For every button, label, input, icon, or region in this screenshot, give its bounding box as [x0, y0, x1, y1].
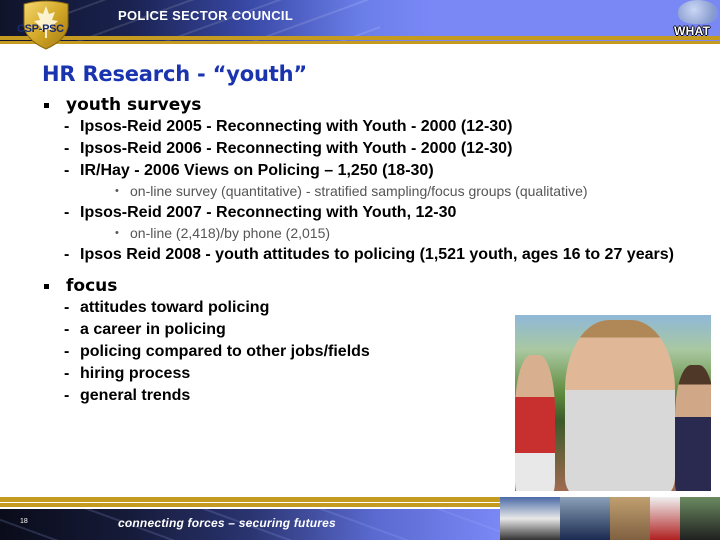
section-heading: youth surveys [44, 94, 720, 116]
list-item: - Ipsos-Reid 2005 - Reconnecting with You… [64, 118, 513, 135]
globe-icon [678, 0, 718, 24]
list-item: - Ipsos-Reid 2006 - Reconnecting with You… [64, 140, 513, 157]
footer-gold-stripe-lower [0, 503, 500, 507]
photo-person-right [675, 365, 711, 491]
header-gold-stripe [0, 36, 720, 40]
sub-list-item: • on-line survey (quantitative) - stratif… [115, 183, 588, 199]
officer-photo [560, 497, 610, 540]
slide-title: HR Research - “youth” [42, 62, 307, 86]
helicopter-photo [500, 497, 560, 540]
youth-photo [515, 315, 711, 491]
header-gold-stripe-lower [0, 41, 720, 44]
dot-bullet-icon: • [115, 185, 119, 197]
dot-bullet-icon: • [115, 227, 119, 239]
motorcycle-photo [680, 497, 720, 540]
list-item: - IR/Hay - 2006 Views on Policing – 1,250… [64, 162, 434, 179]
logo-text: CSP-PSC [17, 23, 64, 35]
footer-photo-collage [500, 497, 720, 540]
photo-person-center [565, 320, 675, 491]
square-bullet-icon [44, 284, 49, 289]
rcmp-photo [650, 497, 680, 540]
footer-tagline: connecting forces – securing futures [118, 516, 336, 530]
photo-person-left [515, 355, 555, 491]
footer-gold-stripe [0, 497, 500, 502]
page-number: 18 [20, 518, 28, 525]
square-bullet-icon [44, 103, 49, 108]
section-heading: focus [44, 275, 720, 297]
list-item: - Ipsos Reid 2008 - youth attitudes to po… [64, 246, 674, 263]
list-item: - Ipsos-Reid 2007 - Reconnecting with You… [64, 204, 457, 221]
dog-photo [610, 497, 650, 540]
corner-label: WHAT [674, 24, 711, 38]
sub-list-item: • on-line (2,418)/by phone (2,015) [115, 225, 331, 241]
org-name: POLICE SECTOR COUNCIL [118, 8, 294, 23]
